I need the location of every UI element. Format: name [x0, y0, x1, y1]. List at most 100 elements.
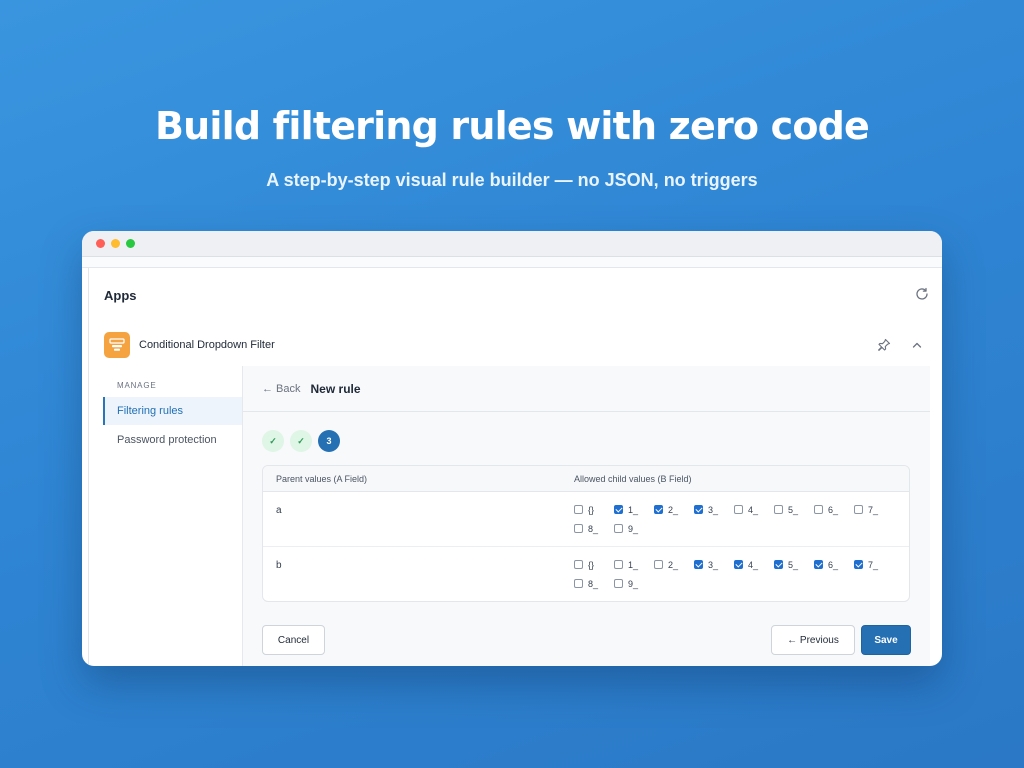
app-name: Conditional Dropdown Filter	[139, 339, 275, 351]
child-value-label: 7_	[868, 504, 879, 515]
app-window: Apps Conditional Dropdown Filter MANAGE …	[82, 231, 942, 666]
rule-table: Parent values (A Field) Allowed child va…	[262, 465, 910, 602]
child-value-label: 3_	[708, 559, 719, 570]
child-value-checkbox[interactable]	[614, 579, 623, 588]
child-value-option[interactable]: 8_	[574, 577, 600, 590]
chevron-up-icon[interactable]	[910, 338, 924, 352]
app-row[interactable]: Conditional Dropdown Filter	[104, 330, 928, 360]
parent-value: b	[276, 560, 282, 571]
table-body: a{} 1_ 2_ 3_ 4_ 5_ 6_ 7_ 8_ 9_ b{} 1_ 2_ 3_ 4_ 5_ 6_ 7_ 8_…	[263, 492, 909, 601]
child-value-label: 4_	[748, 504, 759, 515]
child-value-checkbox[interactable]	[614, 524, 623, 533]
sidebar-item-password-protection[interactable]: Password protection	[103, 426, 242, 454]
sidebar: MANAGE Filtering rules Password protecti…	[103, 372, 242, 666]
child-value-option[interactable]: 6_	[814, 503, 840, 516]
child-value-label: 6_	[828, 504, 839, 515]
child-value-option[interactable]: 5_	[774, 503, 800, 516]
child-value-checkbox[interactable]	[654, 560, 663, 569]
child-value-label: 9_	[628, 578, 639, 589]
step-1-complete[interactable]: ✓	[262, 430, 284, 452]
step-indicator: ✓ ✓ 3	[262, 430, 340, 452]
child-value-label: 1_	[628, 504, 639, 515]
page-title: New rule	[310, 381, 361, 396]
child-value-options: {} 1_ 2_ 3_ 4_ 5_ 6_ 7_ 8_ 9_	[574, 558, 909, 590]
child-value-label: 6_	[828, 559, 839, 570]
previous-button[interactable]: ← Previous	[771, 625, 855, 655]
child-value-option[interactable]: 7_	[854, 558, 880, 571]
child-value-option[interactable]: 6_	[814, 558, 840, 571]
child-value-option[interactable]: 9_	[614, 522, 640, 535]
child-value-option[interactable]: 9_	[614, 577, 640, 590]
child-value-option[interactable]: 3_	[694, 503, 720, 516]
child-value-checkbox[interactable]	[614, 505, 623, 514]
child-value-checkbox[interactable]	[734, 560, 743, 569]
child-value-option[interactable]: {}	[574, 558, 600, 571]
child-value-label: 5_	[788, 559, 799, 570]
sidebar-item-filtering-rules[interactable]: Filtering rules	[103, 397, 242, 425]
child-value-label: 5_	[788, 504, 799, 515]
child-value-checkbox[interactable]	[734, 505, 743, 514]
browser-toolbar	[82, 257, 942, 268]
child-value-option[interactable]: 8_	[574, 522, 600, 535]
child-value-label: {}	[588, 504, 595, 515]
app-logo	[104, 332, 130, 358]
child-value-option[interactable]: 4_	[734, 503, 760, 516]
pin-icon[interactable]	[876, 337, 892, 353]
child-value-checkbox[interactable]	[574, 524, 583, 533]
apps-panel: Apps Conditional Dropdown Filter MANAGE …	[88, 268, 942, 666]
child-value-option[interactable]: {}	[574, 503, 600, 516]
child-value-checkbox[interactable]	[774, 560, 783, 569]
refresh-icon[interactable]	[914, 286, 930, 302]
maximize-window-button[interactable]	[126, 239, 135, 248]
child-value-checkbox[interactable]	[654, 505, 663, 514]
child-value-label: 2_	[668, 504, 679, 515]
child-value-option[interactable]: 5_	[774, 558, 800, 571]
child-value-label: 9_	[628, 523, 639, 534]
child-value-option[interactable]: 4_	[734, 558, 760, 571]
child-value-option[interactable]: 3_	[694, 558, 720, 571]
child-value-option[interactable]: 1_	[614, 503, 640, 516]
child-value-option[interactable]: 2_	[654, 558, 680, 571]
table-header: Parent values (A Field) Allowed child va…	[263, 466, 909, 492]
child-value-checkbox[interactable]	[614, 560, 623, 569]
child-value-checkbox[interactable]	[574, 579, 583, 588]
child-value-checkbox[interactable]	[814, 560, 823, 569]
child-value-label: 2_	[668, 559, 679, 570]
step-3-current[interactable]: 3	[318, 430, 340, 452]
step-2-complete[interactable]: ✓	[290, 430, 312, 452]
child-value-checkbox[interactable]	[854, 505, 863, 514]
child-value-label: 3_	[708, 504, 719, 515]
child-value-option[interactable]: 2_	[654, 503, 680, 516]
content-header: ← Back New rule	[243, 366, 930, 412]
child-value-label: 7_	[868, 559, 879, 570]
child-value-checkbox[interactable]	[574, 560, 583, 569]
parent-value: a	[276, 505, 282, 516]
apps-header: Apps	[104, 288, 137, 303]
child-value-option[interactable]: 7_	[854, 503, 880, 516]
child-value-checkbox[interactable]	[774, 505, 783, 514]
hero-title: Build filtering rules with zero code	[154, 104, 870, 148]
table-row: b {} 1_ 2_ 3_ 4_ 5_ 6_ 7_ 8_ 9_	[263, 547, 909, 601]
child-value-label: 1_	[628, 559, 639, 570]
column-header-parent: Parent values (A Field)	[276, 473, 368, 484]
child-value-label: 4_	[748, 559, 759, 570]
sidebar-section-manage: MANAGE	[117, 381, 157, 390]
child-value-checkbox[interactable]	[854, 560, 863, 569]
child-value-checkbox[interactable]	[694, 505, 703, 514]
child-value-checkbox[interactable]	[814, 505, 823, 514]
filter-logo-icon	[109, 338, 125, 351]
child-value-checkbox[interactable]	[694, 560, 703, 569]
child-value-label: 8_	[588, 523, 599, 534]
minimize-window-button[interactable]	[111, 239, 120, 248]
rule-editor: ← Back New rule ✓ ✓ 3 Parent values (A F…	[242, 366, 930, 666]
save-button[interactable]: Save	[861, 625, 911, 655]
back-link[interactable]: ← Back	[262, 383, 301, 395]
close-window-button[interactable]	[96, 239, 105, 248]
table-row: a {} 1_ 2_ 3_ 4_ 5_ 6_ 7_ 8_ 9_	[263, 492, 909, 547]
child-value-checkbox[interactable]	[574, 505, 583, 514]
cancel-button[interactable]: Cancel	[262, 625, 325, 655]
child-value-label: {}	[588, 559, 595, 570]
child-value-options: {} 1_ 2_ 3_ 4_ 5_ 6_ 7_ 8_ 9_	[574, 503, 909, 535]
child-value-option[interactable]: 1_	[614, 558, 640, 571]
window-titlebar	[82, 231, 942, 257]
